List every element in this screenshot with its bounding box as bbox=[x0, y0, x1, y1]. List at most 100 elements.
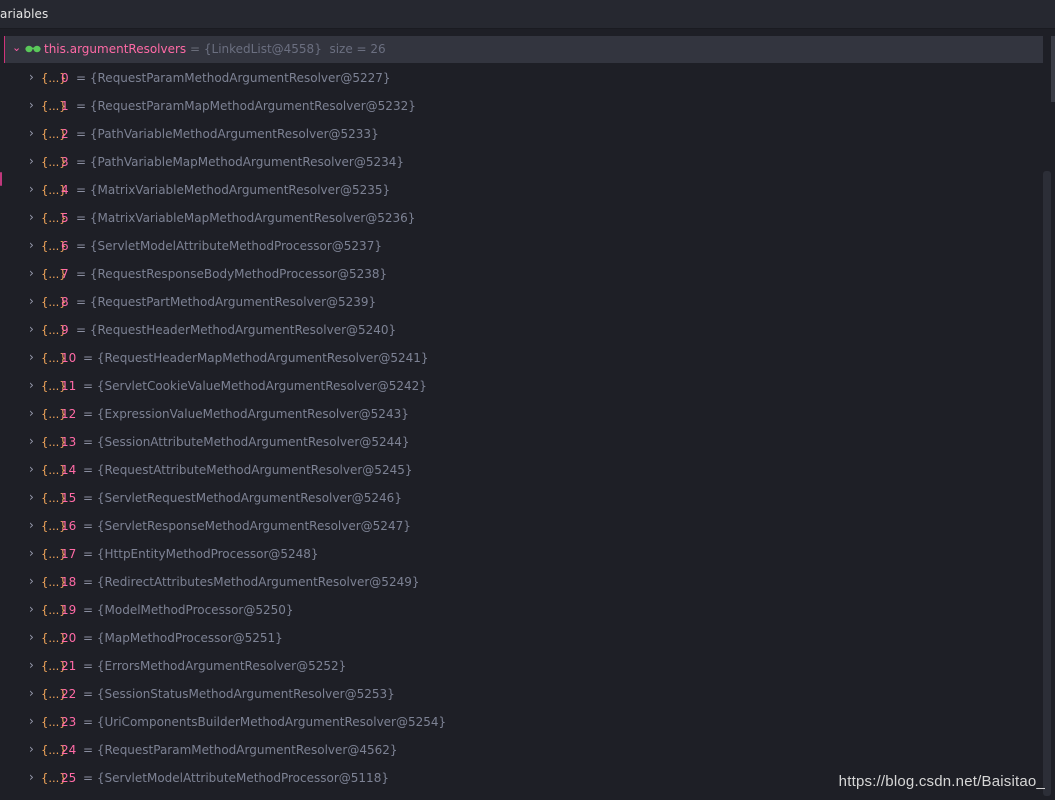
vertical-scrollbar[interactable] bbox=[1043, 171, 1051, 796]
root-variable-name: this.argumentResolvers bbox=[44, 42, 187, 56]
tree-item-row[interactable]: › {...} 17 = {HttpEntityMethodProcessor@524… bbox=[4, 540, 1043, 568]
item-value-text: = {RequestHeaderMapMethodArgumentResolve… bbox=[83, 351, 429, 365]
item-value: {ServletCookieValueMethodArgumentResolve… bbox=[96, 379, 427, 393]
chevron-right-icon[interactable]: › bbox=[29, 770, 34, 784]
chevron-right-icon[interactable]: › bbox=[29, 490, 34, 504]
tree-item-row[interactable]: › {...} 14 = {RequestAttributeMethodArgumen… bbox=[4, 456, 1043, 484]
chevron-right-icon[interactable]: › bbox=[29, 742, 34, 756]
item-value: {ServletResponseMethodArgumentResolver@5… bbox=[96, 519, 411, 533]
item-value: {PathVariableMethodArgumentResolver@5233… bbox=[89, 127, 379, 141]
chevron-right-icon[interactable]: › bbox=[29, 658, 34, 672]
variables-tree: ⌄ this.argumentResolvers = {LinkedList@4… bbox=[0, 36, 1043, 800]
item-value: {ModelMethodProcessor@5250} bbox=[96, 603, 294, 617]
chevron-right-icon[interactable]: › bbox=[29, 238, 34, 252]
tree-item-row[interactable]: › {...} 6 = {ServletModelAttributeMethodPro… bbox=[4, 232, 1043, 260]
chevron-right-icon[interactable]: › bbox=[29, 322, 34, 336]
chevron-right-icon[interactable]: › bbox=[29, 182, 34, 196]
tree-item-row[interactable]: › {...} 13 = {SessionAttributeMethodArgumen… bbox=[4, 428, 1043, 456]
chevron-right-icon[interactable]: › bbox=[29, 294, 34, 308]
tree-item-row[interactable]: › {...} 23 = {UriComponentsBuilderMethodArg… bbox=[4, 708, 1043, 736]
item-value: {ErrorsMethodArgumentResolver@5252} bbox=[96, 659, 347, 673]
tree-item-row[interactable]: › {...} 16 = {ServletResponseMethodArgument… bbox=[4, 512, 1043, 540]
item-value-text: = {HttpEntityMethodProcessor@5248} bbox=[83, 547, 319, 561]
tree-item-row[interactable]: › {...} 11 = {ServletCookieValueMethodArgum… bbox=[4, 372, 1043, 400]
chevron-right-icon[interactable]: › bbox=[29, 70, 34, 84]
item-index: 17 bbox=[61, 547, 77, 561]
item-value-text: = {SessionStatusMethodArgumentResolver@5… bbox=[83, 687, 395, 701]
chevron-right-icon[interactable]: › bbox=[29, 126, 34, 140]
item-value: {RequestHeaderMapMethodArgumentResolver@… bbox=[96, 351, 429, 365]
side-strip bbox=[1051, 36, 1055, 102]
tree-item-row[interactable]: › {...} 20 = {MapMethodProcessor@5251} bbox=[4, 624, 1043, 652]
tree-item-row[interactable]: › {...} 19 = {ModelMethodProcessor@5250} bbox=[4, 596, 1043, 624]
item-value-text: = {RequestHeaderMethodArgumentResolver@5… bbox=[76, 323, 397, 337]
chevron-right-icon[interactable]: › bbox=[29, 574, 34, 588]
item-value: {RequestParamMethodArgumentResolver@4562… bbox=[96, 743, 398, 757]
item-value: {ServletRequestMethodArgumentResolver@52… bbox=[96, 491, 402, 505]
tree-item-row[interactable]: › {...} 12 = {ExpressionValueMethodArgument… bbox=[4, 400, 1043, 428]
tree-item-row[interactable]: › {...} 1 = {RequestParamMapMethodArgumentR… bbox=[4, 92, 1043, 120]
chevron-right-icon[interactable]: › bbox=[29, 98, 34, 112]
tree-item-row[interactable]: › {...} 15 = {ServletRequestMethodArgumentR… bbox=[4, 484, 1043, 512]
item-value-text: = {RequestParamMethodArgumentResolver@52… bbox=[76, 71, 391, 85]
item-value-text: = {ServletModelAttributeMethodProcessor@… bbox=[83, 771, 389, 785]
item-value-text: = {ServletModelAttributeMethodProcessor@… bbox=[76, 239, 382, 253]
tree-root-row[interactable]: ⌄ this.argumentResolvers = {LinkedList@4… bbox=[4, 36, 1043, 63]
chevron-right-icon[interactable]: › bbox=[29, 462, 34, 476]
item-index: 23 bbox=[61, 715, 77, 729]
item-value-text: = {ServletRequestMethodArgumentResolver@… bbox=[83, 491, 402, 505]
tree-item-row[interactable]: › {...} 22 = {SessionStatusMethodArgumentRe… bbox=[4, 680, 1043, 708]
chevron-right-icon[interactable]: › bbox=[29, 210, 34, 224]
item-index: 15 bbox=[61, 491, 77, 505]
tree-item-row[interactable]: › {...} 18 = {RedirectAttributesMethodArgum… bbox=[4, 568, 1043, 596]
chevron-down-icon[interactable]: ⌄ bbox=[12, 41, 21, 54]
item-index: 24 bbox=[61, 743, 77, 757]
item-value-text: = {ExpressionValueMethodArgumentResolver… bbox=[83, 407, 409, 421]
chevron-right-icon[interactable]: › bbox=[29, 518, 34, 532]
tree-item-row[interactable]: › {...} 5 = {MatrixVariableMapMethodArgumen… bbox=[4, 204, 1043, 232]
item-value-text: = {MatrixVariableMethodArgumentResolver@… bbox=[76, 183, 391, 197]
chevron-right-icon[interactable]: › bbox=[29, 154, 34, 168]
chevron-right-icon[interactable]: › bbox=[29, 350, 34, 364]
tree-item-row[interactable]: › {...} 0 = {RequestParamMethodArgumentReso… bbox=[4, 64, 1043, 92]
item-value: {RedirectAttributesMethodArgumentResolve… bbox=[96, 575, 420, 589]
tree-item-row[interactable]: › {...} 21 = {ErrorsMethodArgumentResolver@… bbox=[4, 652, 1043, 680]
chevron-right-icon[interactable]: › bbox=[29, 406, 34, 420]
item-value: {RequestAttributeMethodArgumentResolver@… bbox=[96, 463, 413, 477]
root-variable-size: size = 26 bbox=[329, 42, 386, 56]
item-value: {SessionStatusMethodArgumentResolver@525… bbox=[96, 687, 395, 701]
item-value: {UriComponentsBuilderMethodArgumentResol… bbox=[96, 715, 447, 729]
variables-panel: ariables ⌄ this.argumentResolvers = {Lin… bbox=[0, 0, 1055, 800]
tree-item-row[interactable]: › {...} 2 = {PathVariableMethodArgumentReso… bbox=[4, 120, 1043, 148]
item-value: {RequestPartMethodArgumentResolver@5239} bbox=[89, 295, 377, 309]
chevron-right-icon[interactable]: › bbox=[29, 602, 34, 616]
tree-item-row[interactable]: › {...} 8 = {RequestPartMethodArgumentResol… bbox=[4, 288, 1043, 316]
tree-item-row[interactable]: › {...} 4 = {MatrixVariableMethodArgumentRe… bbox=[4, 176, 1043, 204]
chevron-right-icon[interactable]: › bbox=[29, 378, 34, 392]
chevron-right-icon[interactable]: › bbox=[29, 434, 34, 448]
chevron-right-icon[interactable]: › bbox=[29, 714, 34, 728]
tree-item-row[interactable]: › {...} 10 = {RequestHeaderMapMethodArgumen… bbox=[4, 344, 1043, 372]
item-value-text: = {ServletCookieValueMethodArgumentResol… bbox=[83, 379, 427, 393]
item-value-text: = {ServletResponseMethodArgumentResolver… bbox=[83, 519, 411, 533]
chevron-right-icon[interactable]: › bbox=[29, 686, 34, 700]
chevron-right-icon[interactable]: › bbox=[29, 630, 34, 644]
item-value: {PathVariableMapMethodArgumentResolver@5… bbox=[89, 155, 405, 169]
item-value: {ExpressionValueMethodArgumentResolver@5… bbox=[96, 407, 409, 421]
chevron-right-icon[interactable]: › bbox=[29, 266, 34, 280]
tree-item-row[interactable]: › {...} 7 = {RequestResponseBodyMethodProce… bbox=[4, 260, 1043, 288]
chevron-right-icon[interactable]: › bbox=[29, 546, 34, 560]
item-value: {RequestHeaderMethodArgumentResolver@524… bbox=[89, 323, 397, 337]
tree-item-row[interactable]: › {...} 24 = {RequestParamMethodArgumentRes… bbox=[4, 736, 1043, 764]
item-value-text: = {SessionAttributeMethodArgumentResolve… bbox=[83, 435, 410, 449]
item-value-text: = {PathVariableMethodArgumentResolver@52… bbox=[76, 127, 379, 141]
item-value-text: = {ErrorsMethodArgumentResolver@5252} bbox=[83, 659, 347, 673]
item-value-text: = {RequestResponseBodyMethodProcessor@52… bbox=[76, 267, 388, 281]
breakpoint-marker bbox=[0, 172, 2, 186]
tree-item-row[interactable]: › {...} 9 = {RequestHeaderMethodArgumentRes… bbox=[4, 316, 1043, 344]
item-index: 18 bbox=[61, 575, 77, 589]
item-index: 1 bbox=[61, 99, 69, 113]
tree-item-row[interactable]: › {...} 3 = {PathVariableMapMethodArgumentR… bbox=[4, 148, 1043, 176]
item-index: 19 bbox=[61, 603, 77, 617]
item-value: {MatrixVariableMethodArgumentResolver@52… bbox=[89, 183, 391, 197]
